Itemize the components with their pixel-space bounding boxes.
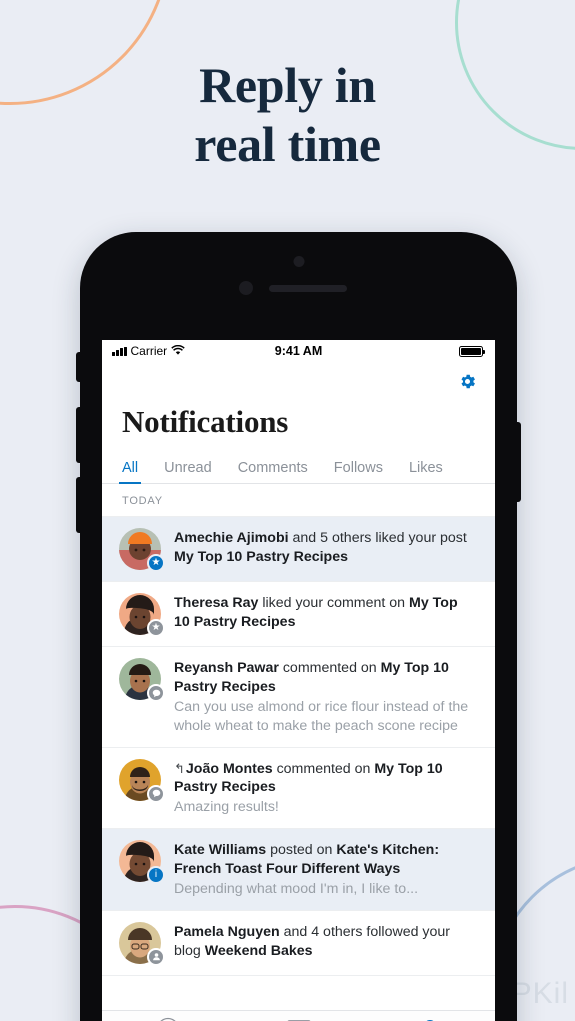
carrier-label: Carrier [130, 344, 168, 358]
star-icon: ★ [147, 554, 165, 572]
tab-likes[interactable]: Likes [409, 460, 443, 483]
notification-actor: João Montes [185, 760, 273, 777]
notification-text: Reyansh Pawar commented on My Top 10 Pas… [174, 659, 477, 697]
avatar[interactable]: i [119, 840, 165, 885]
notification-row[interactable]: Reyansh Pawar commented on My Top 10 Pas… [102, 647, 495, 748]
notification-snippet: Can you use almond or rice flour instead… [174, 698, 469, 734]
notification-action: commented on [278, 660, 381, 676]
star-icon: ★ [147, 619, 165, 637]
notification-row[interactable]: i Kate Williams posted on Kate's Kitchen… [102, 829, 495, 911]
info-icon: i [147, 866, 165, 885]
notification-action: and 5 others liked your post [288, 530, 467, 546]
notification-action: posted on [266, 842, 337, 859]
notification-row[interactable]: Pamela Nguyen and 4 others followed your… [102, 910, 495, 976]
reply-arrow-icon: ↰ [174, 760, 185, 776]
tab-unread[interactable]: Unread [164, 460, 212, 483]
notification-actor: Pamela Nguyen [174, 923, 280, 940]
tab-follows[interactable]: Follows [334, 460, 383, 483]
status-bar-time: 9:41 AM [274, 344, 323, 358]
notification-text: Theresa Ray liked your comment on My Top… [174, 594, 477, 632]
notification-text: Kate Williams posted on Kate's Kitchen: … [174, 841, 477, 879]
tab-all[interactable]: All [118, 460, 142, 484]
notification-action: liked your comment on [258, 595, 410, 611]
tabbar-item-reader[interactable]: Reader [233, 1011, 364, 1021]
tabbar-item-my-site[interactable]: My Site [102, 1011, 233, 1021]
phone-mockup: Carrier 9:41 AM Notifications All Unread… [76, 232, 521, 1021]
volume-down-button[interactable] [76, 477, 81, 533]
earpiece-speaker [268, 285, 347, 292]
notification-row[interactable]: ★ Theresa Ray liked your comment on My T… [102, 582, 495, 647]
wifi-icon [171, 344, 185, 358]
avatar[interactable] [119, 658, 165, 702]
notification-target: My Top 10 Pastry Recipes [174, 548, 348, 565]
notification-row[interactable]: ★ Amechie Ajimobi and 5 others liked you… [102, 517, 495, 582]
power-button[interactable] [516, 422, 521, 502]
battery-full-icon [459, 345, 485, 357]
silent-switch[interactable] [76, 352, 81, 382]
proximity-sensor-icon [238, 281, 253, 295]
signal-bars-icon [112, 346, 127, 356]
phone-screen: Carrier 9:41 AM Notifications All Unread… [102, 340, 495, 1021]
gear-icon[interactable] [458, 372, 477, 391]
notification-row[interactable]: ↰João Montes commented on My Top 10 Past… [102, 747, 495, 830]
notification-list: ★ Amechie Ajimobi and 5 others liked you… [102, 517, 495, 976]
section-header-today: TODAY [102, 484, 495, 517]
wordpress-icon [156, 1017, 180, 1021]
notification-action: commented on [272, 760, 375, 777]
notification-actor: Amechie Ajimobi [174, 530, 289, 546]
volume-up-button[interactable] [76, 407, 81, 463]
comment-icon [147, 684, 165, 702]
notification-text: ↰João Montes commented on My Top 10 Past… [174, 760, 477, 798]
follow-icon [147, 947, 165, 966]
avatar[interactable]: ★ [119, 593, 165, 637]
notification-actor: Kate Williams [174, 842, 267, 859]
tabbar-item-notifications[interactable]: Notifications [364, 1011, 495, 1021]
avatar[interactable] [119, 758, 165, 803]
notification-snippet: Depending what mood I'm in, I like to... [174, 880, 419, 897]
notification-actor: Theresa Ray [174, 595, 259, 611]
page-title: Notifications [122, 404, 289, 439]
notification-actor: Reyansh Pawar [174, 660, 279, 676]
notification-text: Pamela Nguyen and 4 others followed your… [174, 923, 477, 961]
tab-comments[interactable]: Comments [238, 460, 308, 483]
comment-icon [147, 784, 165, 803]
avatar[interactable]: ★ [119, 528, 165, 572]
notification-target: Weekend Bakes [204, 942, 313, 959]
reader-icon [287, 1017, 311, 1021]
front-camera-icon [293, 256, 304, 267]
app-nav-bar [102, 362, 495, 404]
bottom-tab-bar: My Site Reader [102, 1010, 495, 1021]
status-bar: Carrier 9:41 AM [102, 340, 495, 362]
notification-snippet: Amazing results! [174, 799, 279, 816]
avatar[interactable] [119, 921, 165, 966]
headline-line-2: real time [194, 115, 381, 172]
headline-line-1: Reply in [199, 57, 376, 113]
notification-text: Amechie Ajimobi and 5 others liked your … [174, 529, 477, 567]
bell-icon [418, 1017, 442, 1021]
promo-headline: Reply in real time [0, 56, 575, 173]
filter-tabs: All Unread Comments Follows Likes [102, 450, 495, 484]
